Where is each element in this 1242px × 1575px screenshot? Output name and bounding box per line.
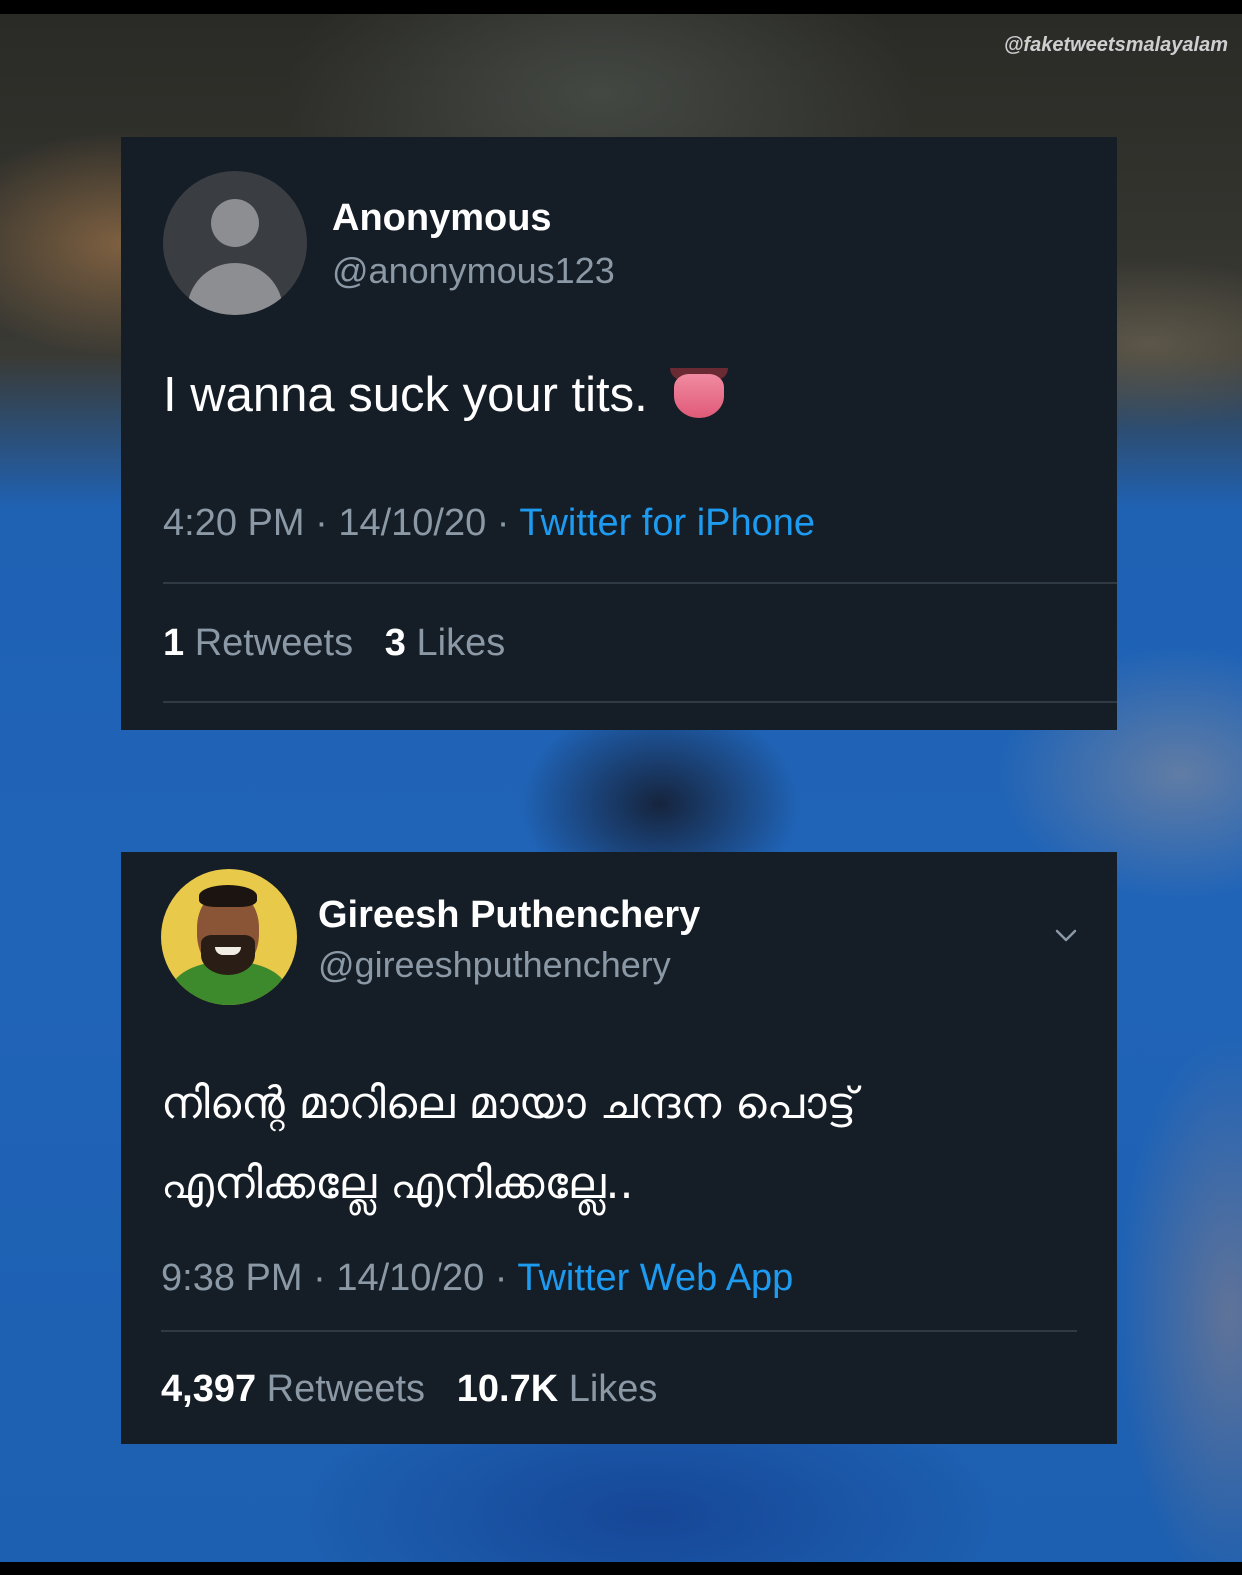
user-handle[interactable]: @gireeshputhenchery (318, 944, 671, 986)
tweet-time: 4:20 PM (163, 502, 305, 544)
default-avatar[interactable] (163, 171, 307, 315)
likes-stat[interactable]: 10.7K Likes (457, 1368, 658, 1410)
tweet-date: 14/10/20 (336, 1257, 485, 1299)
retweets-stat[interactable]: 1 Retweets (163, 622, 353, 664)
tweet-card-gireesh: Gireesh Puthenchery @gireeshputhenchery … (121, 852, 1117, 1444)
bottom-black-bar (0, 1562, 1242, 1575)
tweet-stats: 1 Retweets 3 Likes (163, 622, 505, 665)
tweet-time: 9:38 PM (161, 1257, 303, 1299)
tweet-meta: 9:38 PM · 14/10/20 · Twitter Web App (161, 1257, 793, 1300)
divider (161, 1330, 1077, 1332)
tweet-card-anonymous: Anonymous @anonymous123 I wanna suck you… (121, 137, 1117, 730)
tweet-text-content: I wanna suck your tits. (163, 368, 648, 422)
retweets-stat[interactable]: 4,397 Retweets (161, 1368, 425, 1410)
top-black-bar (0, 0, 1242, 14)
like-count: 3 (384, 622, 406, 664)
tweet-source-link[interactable]: Twitter Web App (517, 1257, 793, 1299)
tweet-meta: 4:20 PM · 14/10/20 · Twitter for iPhone (163, 502, 815, 545)
tongue-emoji-icon (669, 368, 728, 422)
retweets-label: Retweets (194, 622, 354, 664)
likes-label: Likes (568, 1368, 658, 1410)
tweet-source-link[interactable]: Twitter for iPhone (519, 502, 815, 544)
meta-separator: · (484, 1257, 518, 1299)
profile-avatar[interactable] (161, 869, 297, 1005)
display-name[interactable]: Anonymous (332, 197, 552, 240)
likes-stat[interactable]: 3 Likes (385, 622, 505, 664)
tweet-stats: 4,397 Retweets 10.7K Likes (161, 1368, 657, 1411)
likes-label: Likes (416, 622, 506, 664)
retweet-count: 1 (163, 622, 185, 664)
chevron-down-icon[interactable] (1055, 924, 1077, 946)
meta-separator: · (486, 502, 520, 544)
watermark: @faketweetsmalayalam (1003, 34, 1228, 56)
tweet-text: നിന്റെ മാറിലെ മായാ ചന്ദന പൊട്ട് എനിക്കല്… (161, 1078, 857, 1209)
avatar-body-shape (187, 263, 283, 315)
tweet-date: 14/10/20 (338, 502, 487, 544)
avatar-smile-shape (215, 947, 241, 955)
retweets-label: Retweets (266, 1368, 426, 1410)
avatar-hair-shape (199, 885, 257, 907)
retweet-count: 4,397 (161, 1368, 257, 1410)
like-count: 10.7K (456, 1368, 559, 1410)
display-name[interactable]: Gireesh Puthenchery (318, 894, 700, 937)
avatar-beard-shape (201, 935, 255, 975)
divider (163, 582, 1117, 584)
tweet-text: I wanna suck your tits. (163, 367, 728, 423)
divider (163, 701, 1117, 703)
meta-separator: · (302, 1257, 337, 1299)
meta-separator: · (304, 502, 339, 544)
avatar-head-shape (211, 199, 259, 247)
user-handle[interactable]: @anonymous123 (332, 250, 615, 292)
